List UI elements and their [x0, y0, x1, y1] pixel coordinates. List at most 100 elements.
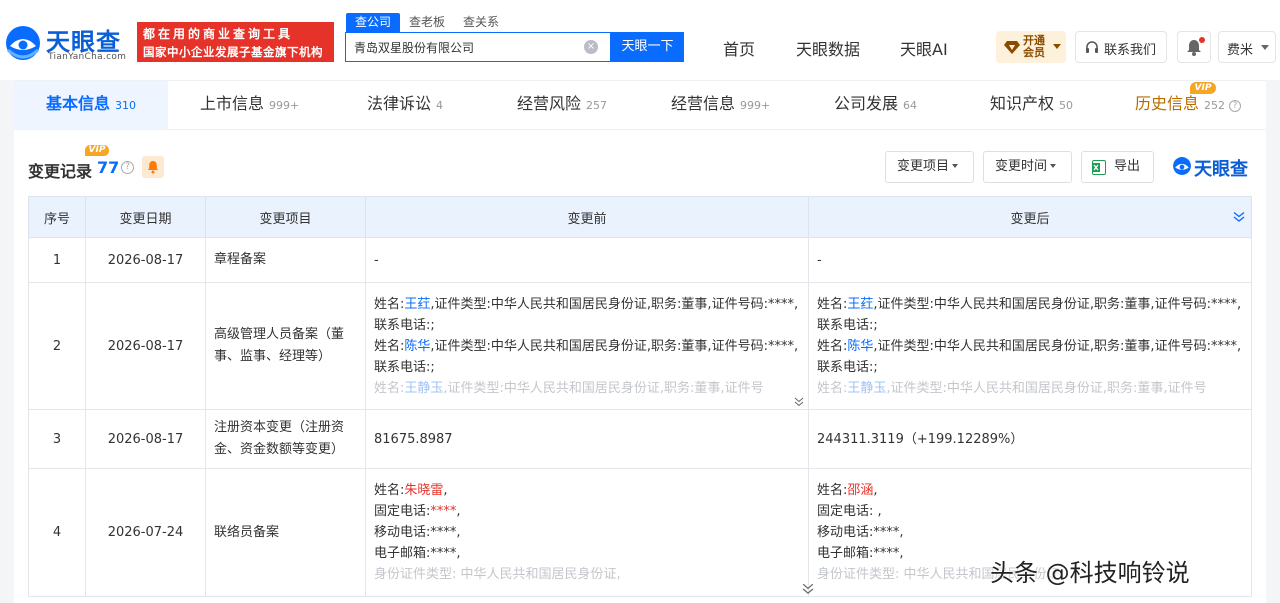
officer-entry: 姓名:陈华,证件类型:中华人民共和国居民身份证,职务:董事,证件号码:****,… [817, 336, 1243, 378]
change-item: 联络员备案 [205, 468, 366, 597]
subscribe-button[interactable] [142, 156, 164, 178]
tianyancha-logo-icon [1173, 157, 1191, 175]
export-button[interactable]: 导出 [1081, 151, 1154, 183]
tab-count: 4 [436, 99, 444, 112]
filter-change-time-label: 变更时间 [995, 159, 1048, 174]
nav-data[interactable]: 天眼数据 [796, 36, 860, 60]
value-after: 姓名:王荭,证件类型:中华人民共和国居民身份证,职务:董事,证件号码:****,… [808, 282, 1252, 410]
vip-badge: VIP [85, 145, 109, 156]
entry-prefix: 姓名: [817, 338, 848, 354]
expand-more-icon[interactable] [802, 583, 814, 595]
row-index: 3 [28, 409, 86, 469]
nav-home[interactable]: 首页 [723, 36, 755, 60]
row-index: 2 [28, 282, 86, 410]
search-button[interactable]: 天眼一下 [611, 32, 684, 62]
liaison-name: 姓名:朱晓雷, [374, 480, 800, 501]
tab-count: 999+ [269, 99, 300, 112]
person-link[interactable]: 王荭 [847, 297, 873, 312]
column-header: 变更前 [365, 196, 809, 238]
person-link[interactable]: 陈华 [404, 339, 430, 354]
column-header: 变更项目 [205, 196, 366, 238]
tab-history[interactable]: 历史信息 252? [1135, 81, 1242, 130]
field-suffix: , [873, 483, 878, 498]
entry-detail: ,证件类型:中华人民共和国居民身份证,职务:董事,证件号码:****,联系电话:… [817, 338, 1242, 375]
brand-logo[interactable]: 天眼查 TianYanCha.com [4, 22, 130, 62]
column-header: 序号 [28, 196, 86, 238]
entry-prefix: 姓名: [374, 296, 405, 312]
field-suffix: , [456, 504, 461, 519]
tab-listing-info[interactable]: 上市信息 999+ [200, 81, 299, 130]
section-title: 变更记录 [28, 162, 93, 181]
help-icon[interactable]: ? [1229, 100, 1242, 112]
tab-risk[interactable]: 经营风险 257 [517, 81, 607, 130]
tab-business[interactable]: 经营信息 999+ [671, 81, 770, 130]
notification-button[interactable] [1177, 31, 1211, 63]
value-before: 姓名:朱晓雷, 固定电话:****, 移动电话:****, 电子邮箱:****,… [365, 468, 809, 597]
tab-ip[interactable]: 知识产权 50 [990, 81, 1073, 130]
table-row: 1 2026-08-17 章程备案 - - [28, 237, 1252, 283]
entry-detail: ,证件类型:中华人民共和国居民身份证,职务:董事,证件号 [443, 380, 764, 396]
entry-prefix: 姓名: [817, 380, 848, 396]
row-index: 4 [28, 468, 86, 597]
change-date: 2026-08-17 [85, 282, 206, 410]
tab-label: 上市信息 [200, 94, 265, 113]
collapse-all-icon[interactable] [1233, 211, 1245, 223]
user-menu[interactable]: 费米 [1218, 31, 1276, 63]
tab-count: 257 [586, 99, 608, 112]
filter-change-item-button[interactable]: 变更项目 [885, 151, 974, 183]
changed-value: 邵涵 [847, 483, 874, 498]
search-input[interactable] [354, 33, 574, 61]
value-before: - [365, 237, 809, 283]
person-link[interactable]: 王荭 [404, 297, 430, 312]
nav-ai[interactable]: 天眼AI [900, 36, 948, 60]
brand-domain: TianYanCha.com [48, 52, 127, 62]
value-after: - [808, 237, 1252, 283]
filter-change-time-button[interactable]: 变更时间 [983, 151, 1072, 183]
tab-count: 64 [903, 99, 918, 112]
change-record-table: 序号 变更日期 变更项目 变更前 变更后 1 2026-08-17 章程备案 -… [28, 196, 1252, 597]
tab-development[interactable]: 公司发展 64 [834, 81, 917, 130]
filter-change-item-label: 变更项目 [897, 159, 950, 174]
export-label: 导出 [1114, 159, 1141, 174]
headset-icon [1086, 41, 1098, 53]
entry-prefix: 姓名: [817, 296, 848, 312]
tab-count: 252 [1204, 99, 1226, 112]
column-header[interactable]: 变更日期 [85, 196, 206, 238]
slogan-banner: 都在用的商业查询工具 国家中小企业发展子基金旗下机构 [137, 22, 334, 62]
excel-icon [1092, 160, 1106, 175]
tianyancha-watermark: 天眼查 [1172, 155, 1252, 181]
slogan-line2: 国家中小企业发展子基金旗下机构 [143, 45, 323, 59]
notification-dot [1199, 37, 1205, 43]
search-tab-company[interactable]: 查公司 [346, 13, 401, 32]
contact-us-button[interactable]: 联系我们 [1075, 31, 1167, 63]
diamond-icon [1004, 41, 1020, 54]
help-icon[interactable]: ? [121, 161, 134, 174]
value-before: 81675.8987 [365, 409, 809, 469]
tab-label: 知识产权 [990, 94, 1055, 113]
entry-detail: ,证件类型:中华人民共和国居民身份证,职务:董事,证件号码:****,联系电话:… [374, 296, 799, 333]
officer-entry: 姓名:王静玉,证件类型:中华人民共和国居民身份证,职务:董事,证件号 [817, 378, 1243, 399]
tab-label: 历史信息 [1135, 94, 1200, 113]
change-item: 高级管理人员备案（董事、监事、经理等） [205, 282, 366, 410]
search-tab-relation[interactable]: 查关系 [454, 13, 508, 32]
person-link[interactable]: 王静玉 [847, 381, 886, 396]
column-header: 变更后 [808, 196, 1252, 238]
search-tab-boss[interactable]: 查老板 [400, 13, 454, 32]
chevron-down-icon [1261, 45, 1269, 50]
tab-legal[interactable]: 法律诉讼 4 [367, 81, 443, 130]
open-vip-label: 开通会员 [1023, 34, 1045, 59]
field-label: 固定电话: [374, 504, 431, 519]
expand-more-icon[interactable] [794, 397, 804, 407]
top-header: 天眼查 TianYanCha.com 都在用的商业查询工具 国家中小企业发展子基… [0, 0, 1280, 80]
toutiao-watermark: 头条 @科技响铃说 [990, 559, 1190, 587]
tab-label: 经营风险 [517, 94, 582, 113]
tab-basic-info[interactable]: 基本信息 310 [14, 81, 168, 130]
clear-icon[interactable]: × [584, 40, 598, 54]
contact-us-label: 联系我们 [1104, 43, 1157, 58]
search-type-tabs: 查公司 查老板 查关系 [346, 13, 508, 32]
value-after: 244311.3119（+199.12289%） [808, 409, 1252, 469]
open-vip-button[interactable]: 开通会员 [996, 31, 1066, 63]
change-date: 2026-08-17 [85, 237, 206, 283]
person-link[interactable]: 王静玉 [404, 381, 443, 396]
person-link[interactable]: 陈华 [847, 339, 873, 354]
